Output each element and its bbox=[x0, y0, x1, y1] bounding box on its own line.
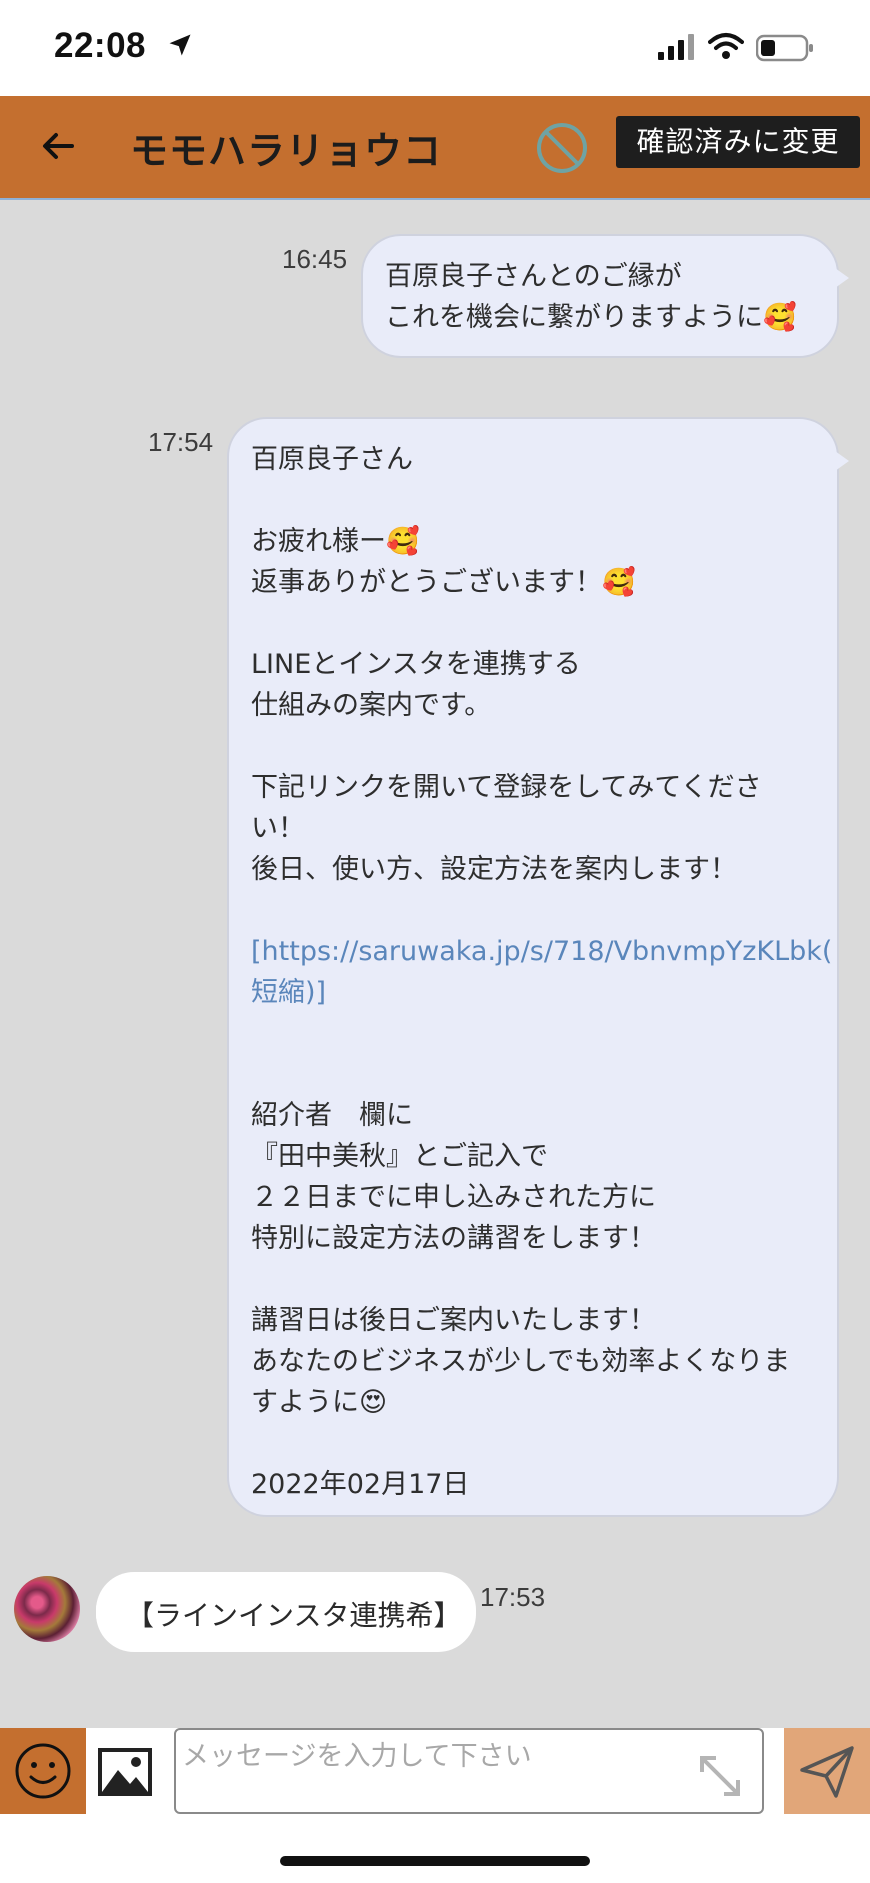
chat-area[interactable]: 16:45 百原良子さんとのご縁が これを機会に繋がりますように🥰 17:54 … bbox=[0, 200, 870, 1728]
smiley-icon bbox=[15, 1743, 71, 1799]
message-line: お疲れ様ー🥰 bbox=[251, 526, 420, 557]
message-line: 下記リンクを開いて登録をしてみてくださ bbox=[251, 772, 762, 803]
message-line: 『田中美秋』とご記入で bbox=[251, 1141, 548, 1172]
emoji-button[interactable] bbox=[0, 1728, 86, 1814]
message-line: あなたのビジネスが少しでも効率よくなりま bbox=[251, 1346, 791, 1377]
message-line: 百原良子さん bbox=[251, 444, 413, 475]
message-link[interactable]: 短縮)] bbox=[251, 972, 815, 1013]
outgoing-message[interactable]: 百原良子さんとのご縁が これを機会に繋がりますように🥰 bbox=[361, 234, 849, 358]
message-line: 講習日は後日ご案内いたします！ bbox=[251, 1305, 656, 1336]
message-line bbox=[251, 1259, 815, 1300]
message-line bbox=[251, 603, 815, 644]
message-input[interactable] bbox=[174, 1728, 764, 1814]
message-line bbox=[251, 890, 815, 931]
home-indicator[interactable] bbox=[280, 1856, 590, 1866]
message-line: い！ bbox=[251, 813, 305, 844]
message-time: 17:53 bbox=[480, 1582, 546, 1612]
mark-confirmed-button[interactable]: 確認済みに変更 bbox=[616, 116, 860, 168]
status-bar: 22:08 bbox=[0, 0, 870, 96]
message-time: 16:45 bbox=[282, 244, 348, 274]
message-line: すように😍 bbox=[251, 1387, 388, 1418]
incoming-message[interactable]: 【ラインインスタ連携希】 bbox=[96, 1572, 476, 1652]
battery-icon bbox=[755, 34, 814, 66]
message-time: 17:54 bbox=[148, 427, 214, 457]
location-arrow-icon bbox=[166, 31, 194, 63]
avatar[interactable] bbox=[14, 1576, 80, 1642]
chat-header: モモハラリョウコ 確認済みに変更 bbox=[0, 96, 870, 200]
message-line: 紹介者 欄に bbox=[251, 1100, 413, 1131]
input-bar bbox=[0, 1728, 870, 1814]
image-icon bbox=[98, 1748, 152, 1796]
message-line: 後日、使い方、設定方法を案内します！ bbox=[251, 854, 737, 885]
back-arrow-icon bbox=[43, 133, 74, 159]
message-link[interactable]: [https://saruwaka.jp/s/718/VbnvmpYzKLbk( bbox=[251, 931, 832, 972]
image-button[interactable] bbox=[96, 1746, 154, 1798]
outgoing-message[interactable]: 百原良子さん お疲れ様ー🥰 返事ありがとうございます！🥰 LINEとインスタを連… bbox=[227, 417, 849, 1517]
send-button[interactable] bbox=[784, 1728, 870, 1814]
signal-icon bbox=[658, 34, 696, 64]
message-line bbox=[251, 480, 815, 521]
message-line bbox=[251, 1054, 815, 1095]
message-line: ２２日までに申し込みされた方に bbox=[251, 1182, 656, 1213]
message-line bbox=[251, 726, 815, 767]
message-line bbox=[251, 1013, 815, 1054]
block-icon[interactable] bbox=[534, 120, 590, 176]
status-time: 22:08 bbox=[54, 26, 147, 65]
back-button[interactable] bbox=[38, 126, 78, 166]
message-line: 仕組みの案内です。 bbox=[251, 690, 492, 721]
message-line: 2022年02月17日 bbox=[251, 1469, 470, 1500]
message-line: 百原良子さんとのご縁が bbox=[385, 261, 682, 292]
message-line: これを機会に繋がりますように🥰 bbox=[385, 302, 797, 333]
message-line: 特別に設定方法の講習をします！ bbox=[251, 1223, 656, 1254]
message-line: LINEとインスタを連携する bbox=[251, 649, 581, 680]
send-icon bbox=[800, 1746, 854, 1798]
message-line bbox=[251, 1423, 815, 1464]
contact-name: モモハラリョウコ bbox=[130, 129, 443, 173]
expand-icon[interactable] bbox=[694, 1750, 746, 1802]
message-line: 返事ありがとうございます！🥰 bbox=[251, 567, 636, 598]
wifi-icon bbox=[708, 32, 744, 64]
